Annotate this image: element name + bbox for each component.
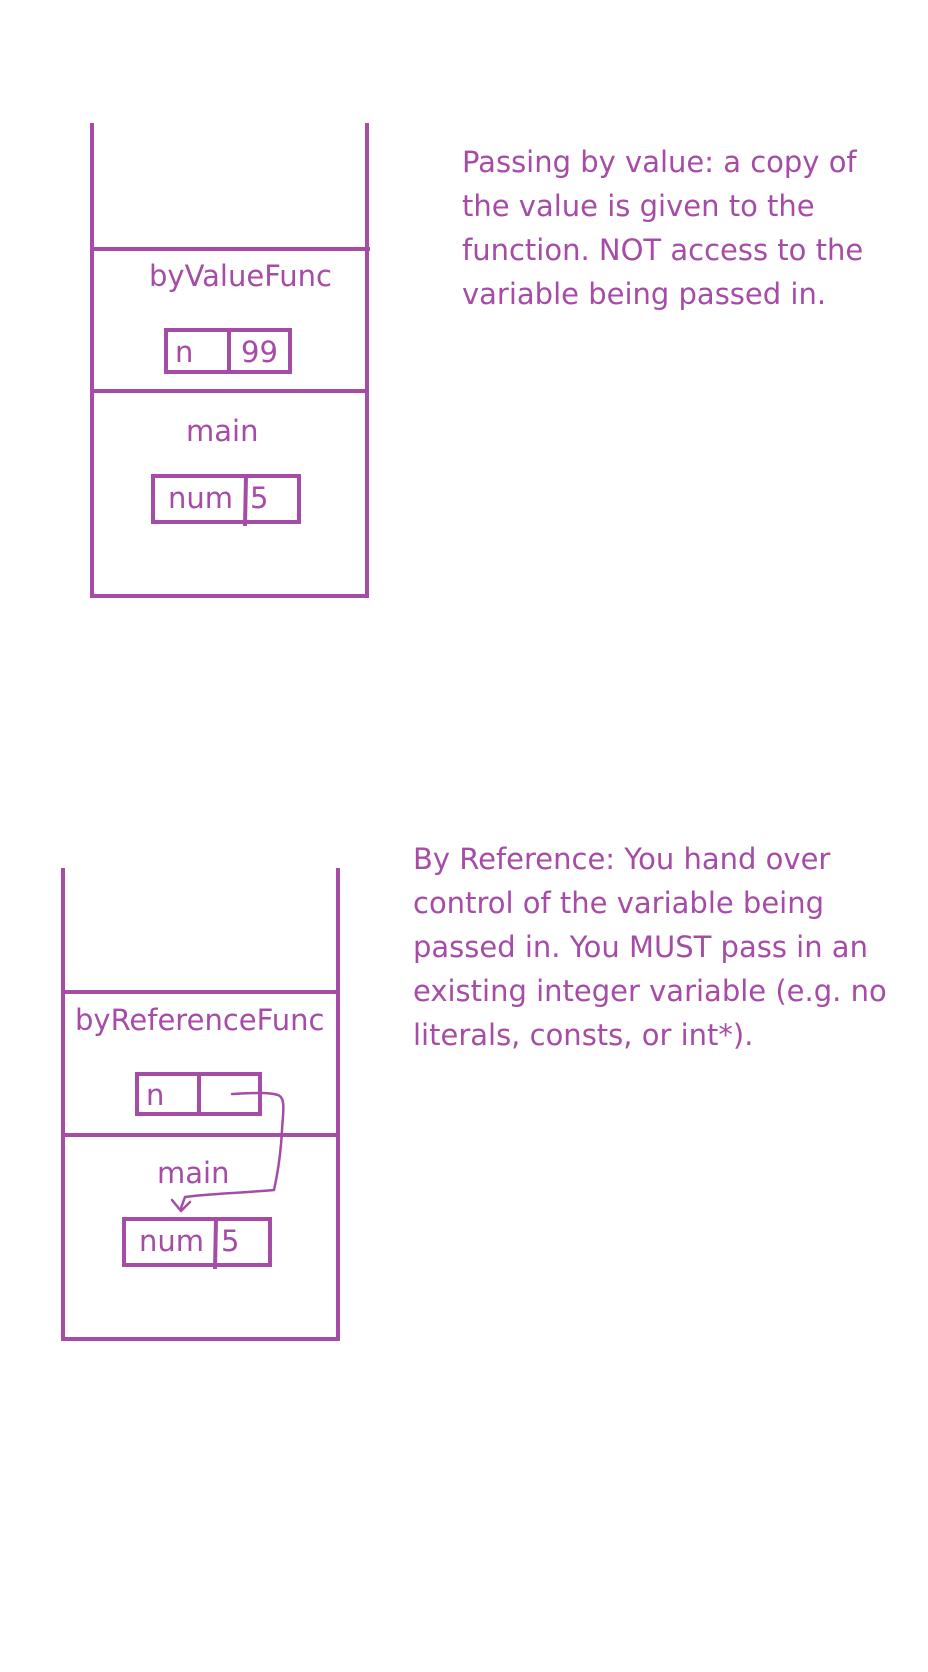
by-reference-caller-var-value: 5	[221, 1224, 239, 1258]
by-reference-caller-var-cell-divider	[213, 1218, 218, 1270]
by-value-description: Passing by value: a copy of the value is…	[462, 145, 864, 311]
reference-pointer-arrow	[179, 1091, 285, 1210]
by-reference-caller-var-name: num	[139, 1224, 204, 1258]
by-reference-caller-label: main	[157, 1156, 229, 1190]
by-reference-description: By Reference: You hand over control of t…	[413, 842, 887, 1052]
by-reference-frame-label: byReferenceFunc	[75, 1003, 324, 1037]
by-reference-param-name: n	[146, 1078, 164, 1112]
